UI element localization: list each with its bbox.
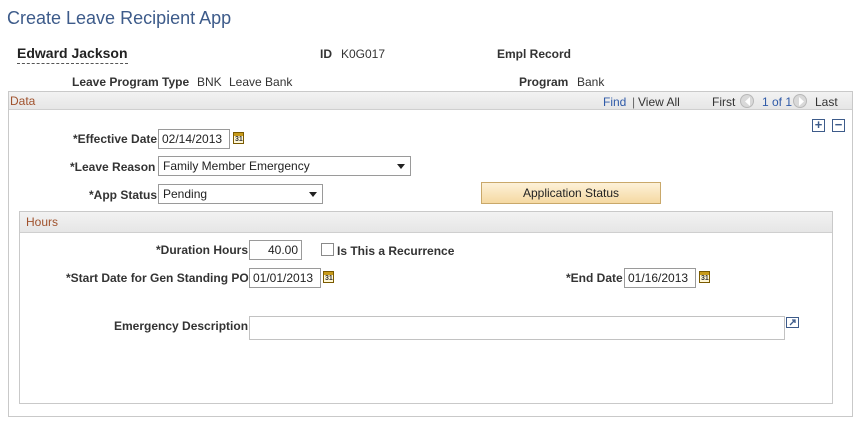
start-date-input[interactable]: 01/01/2013 (249, 268, 321, 288)
view-all-link[interactable]: View All (638, 95, 680, 109)
previous-row-button[interactable] (740, 94, 754, 108)
program-value: Bank (577, 75, 605, 89)
start-date-calendar-icon[interactable]: 31 (323, 271, 334, 283)
leave-program-type-label: Leave Program Type (72, 75, 190, 89)
calendar-glyph: 31 (325, 275, 333, 282)
calendar-glyph: 31 (235, 136, 243, 143)
last-label: Last (815, 95, 838, 109)
emergency-description-input[interactable] (249, 316, 785, 340)
app-status-value: Pending (163, 187, 208, 201)
find-link[interactable]: Find (603, 95, 626, 109)
delete-row-button[interactable]: − (832, 117, 845, 132)
expand-icon[interactable] (786, 317, 799, 328)
hours-section-title: Hours (26, 215, 59, 229)
leave-program-type-value: Leave Bank (229, 75, 293, 89)
id-label: ID (320, 47, 332, 61)
application-status-button[interactable]: Application Status (481, 182, 661, 204)
expand-arrow-icon (789, 319, 796, 326)
program-label: Program (519, 75, 569, 89)
app-status-label: *App Status (89, 188, 158, 202)
effective-date-calendar-icon[interactable]: 31 (233, 132, 244, 144)
next-row-button[interactable] (793, 94, 807, 108)
data-section-title: Data (10, 94, 36, 108)
data-section-header: Data Find | View All First 1 of 1 Last (9, 92, 852, 110)
first-label: First (712, 95, 736, 109)
leave-program-type-code: BNK (197, 75, 222, 89)
leave-reason-value: Family Member Emergency (163, 159, 310, 173)
minus-icon: − (834, 117, 843, 132)
end-date-calendar-icon[interactable]: 31 (699, 271, 710, 283)
recurrence-checkbox[interactable] (321, 243, 334, 256)
leave-reason-select[interactable]: Family Member Emergency (158, 156, 411, 176)
chevron-down-icon (397, 164, 405, 169)
leave-reason-label: *Leave Reason (70, 160, 156, 174)
app-status-select[interactable]: Pending (158, 184, 323, 204)
effective-date-label: *Effective Date (73, 132, 158, 146)
nav-separator: | (632, 95, 636, 109)
calendar-glyph: 31 (701, 275, 709, 282)
duration-hours-label: *Duration Hours (156, 243, 249, 257)
page-title: Create Leave Recipient App (7, 8, 232, 28)
empl-record-label: Empl Record (497, 47, 572, 61)
row-range: 1 of 1 (762, 95, 793, 109)
hours-section-header: Hours (20, 212, 832, 233)
id-value: K0G017 (341, 47, 386, 61)
chevron-left-icon (745, 97, 750, 106)
chevron-right-icon (799, 97, 804, 106)
recurrence-label: Is This a Recurrence (337, 244, 455, 258)
emergency-description-label: Emergency Description (114, 319, 249, 333)
effective-date-input[interactable]: 02/14/2013 (158, 129, 230, 149)
plus-icon: + (814, 117, 823, 132)
start-date-label: *Start Date for Gen Standing PO (66, 271, 249, 285)
chevron-down-icon (309, 192, 317, 197)
hours-section: Hours (19, 211, 833, 404)
add-row-button[interactable]: + (812, 117, 825, 132)
employee-name[interactable]: Edward Jackson (17, 45, 128, 64)
end-date-label: *End Date (566, 271, 623, 285)
duration-hours-input[interactable]: 40.00 (249, 240, 302, 260)
end-date-input[interactable]: 01/16/2013 (624, 268, 696, 288)
